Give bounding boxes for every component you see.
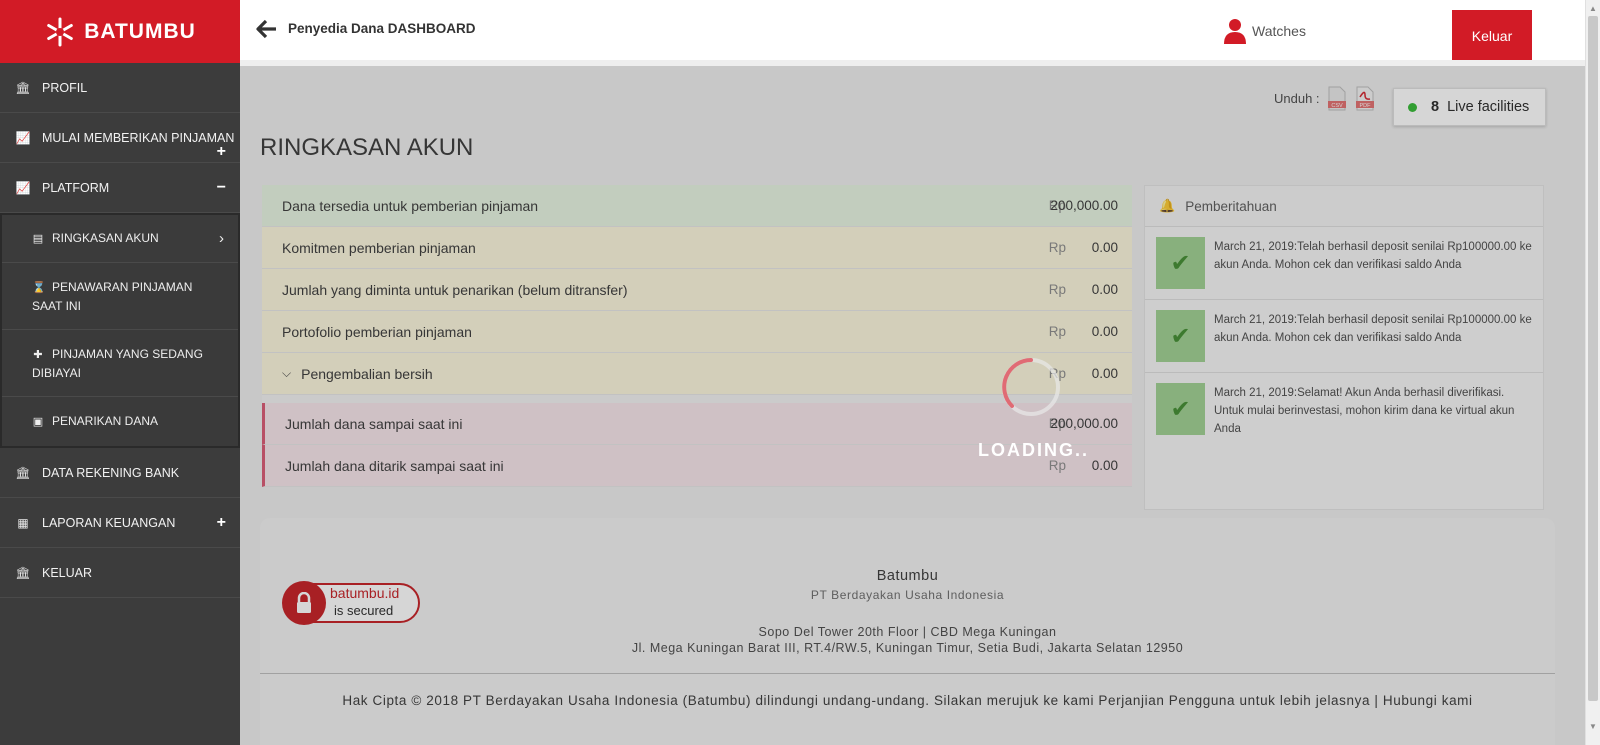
sidebar-item-pinjaman-dibiayai[interactable]: ✚ PINJAMAN YANG SEDANG DIBIAYAI	[2, 329, 238, 396]
sidebar-item-platform[interactable]: 📈 PLATFORM −	[0, 163, 240, 213]
calculator-icon: ▦	[17, 515, 29, 530]
sidebar-item-keluar[interactable]: 🏛 KELUAR	[0, 548, 240, 598]
collapse-icon[interactable]: −	[217, 179, 226, 197]
loading-text: LOADING..	[978, 440, 1089, 460]
sidebar-item-label: PINJAMAN YANG SEDANG DIBIAYAI	[32, 346, 203, 380]
puzzle-icon: ✚	[33, 348, 43, 361]
scrollbar[interactable]: ▲ ▼	[1585, 0, 1600, 745]
platform-submenu: ▤ RINGKASAN AKUN › ⌛ PENAWARAN PINJAMAN SA…	[0, 213, 240, 448]
sidebar-item-profil[interactable]: 🏛 PROFIL	[0, 63, 240, 113]
sidebar-item-laporan-keuangan[interactable]: ▦ LAPORAN KEUANGAN +	[0, 498, 240, 548]
bank-icon: 🏛	[15, 465, 31, 480]
sidebar-item-label: PENARIKAN DANA	[52, 414, 159, 428]
chart-line-icon: 📈	[15, 180, 31, 195]
scroll-thumb[interactable]	[1588, 16, 1598, 701]
loading-spinner-icon	[1002, 358, 1060, 416]
chart-line-icon: 📈	[15, 130, 31, 145]
sidebar-item-penawaran-pinjaman[interactable]: ⌛ PENAWARAN PINJAMAN SAAT INI	[2, 262, 238, 329]
sidebar-item-label: LAPORAN KEUANGAN	[42, 515, 176, 530]
expand-icon[interactable]: +	[217, 514, 226, 532]
sidebar-item-mulai-memberikan-pinjaman[interactable]: 📈 MULAI MEMBERIKAN PINJAMAN +	[0, 113, 240, 163]
sidebar-item-label: PROFIL	[42, 80, 88, 95]
sidebar-item-data-rekening-bank[interactable]: 🏛 DATA REKENING BANK	[0, 448, 240, 498]
scroll-up-icon[interactable]: ▲	[1589, 4, 1597, 13]
sidebar-item-ringkasan-akun[interactable]: ▤ RINGKASAN AKUN ›	[2, 213, 238, 262]
sidebar-item-label: PENAWARAN PINJAMAN SAAT INI	[32, 279, 193, 313]
chevron-right-icon: ›	[219, 230, 224, 247]
money-icon: ▣	[32, 416, 44, 428]
user-icon[interactable]	[1224, 18, 1246, 44]
sidebar-item-label: RINGKASAN AKUN	[52, 231, 159, 245]
logout-button[interactable]: Keluar	[1452, 10, 1532, 61]
scroll-down-icon[interactable]: ▼	[1589, 722, 1597, 731]
hourglass-icon: ⌛	[32, 281, 46, 294]
batumbu-logo-icon	[47, 17, 74, 46]
expand-icon[interactable]: +	[217, 143, 226, 161]
document-icon: ▤	[32, 233, 44, 245]
user-name[interactable]: Watches	[1252, 23, 1306, 39]
sidebar-item-penarikan-dana[interactable]: ▣ PENARIKAN DANA	[2, 396, 238, 446]
sidebar-item-label: PLATFORM	[42, 180, 110, 195]
logo[interactable]: BATUMBU	[0, 0, 240, 63]
loading-overlay	[240, 66, 1585, 745]
back-arrow-icon[interactable]	[256, 18, 278, 40]
page-title: Penyedia Dana DASHBOARD	[288, 21, 476, 36]
bank-icon: 🏛	[15, 565, 31, 580]
brand-name: BATUMBU	[84, 19, 196, 43]
header: Penyedia Dana DASHBOARD Watches Keluar	[240, 0, 1585, 61]
sidebar-item-label: MULAI MEMBERIKAN PINJAMAN	[42, 130, 235, 145]
bank-icon: 🏛	[15, 80, 31, 95]
sidebar-item-label: DATA REKENING BANK	[42, 465, 180, 480]
sidebar: BATUMBU 🏛 PROFIL 📈 MULAI MEMBERIKAN PINJ…	[0, 0, 240, 745]
sidebar-item-label: KELUAR	[42, 565, 93, 580]
